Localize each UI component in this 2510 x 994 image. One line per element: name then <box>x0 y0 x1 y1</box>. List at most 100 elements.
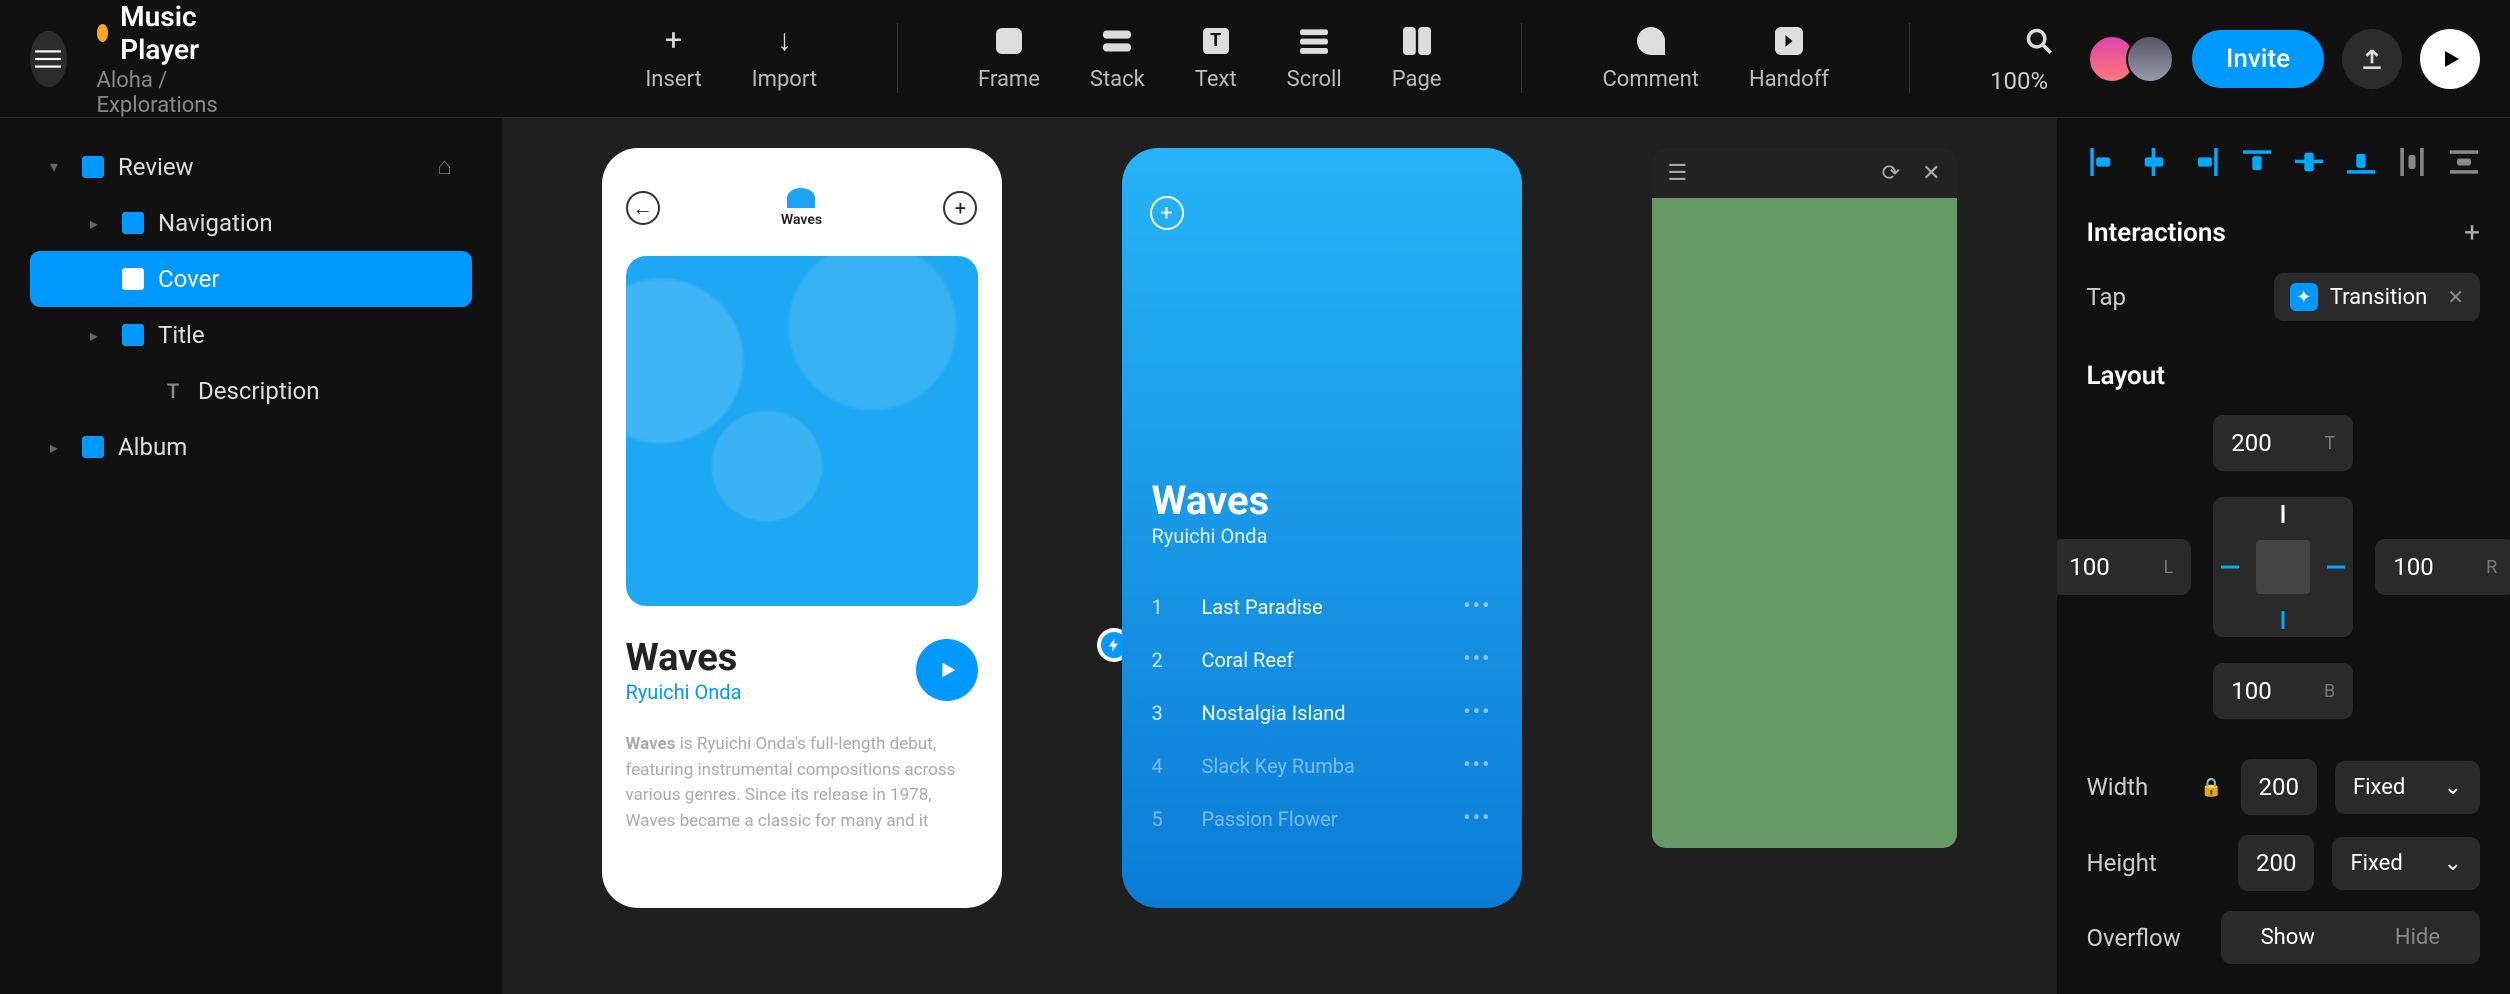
align-top-button[interactable] <box>2242 144 2274 180</box>
align-right-button[interactable] <box>2190 144 2222 180</box>
overflow-toggle[interactable]: Show Hide <box>2221 911 2480 964</box>
share-button[interactable] <box>2342 29 2402 89</box>
distribute-v-button[interactable] <box>2448 144 2480 180</box>
tool-import[interactable]: ↓ Import <box>752 23 817 95</box>
align-vcenter-button[interactable] <box>2293 144 2325 180</box>
constraint-widget[interactable] <box>2213 497 2353 637</box>
overflow-label: Overflow <box>2087 924 2187 952</box>
pin-top-field[interactable]: 200T <box>2213 415 2353 471</box>
album-artist: Ryuichi Onda <box>1152 524 1270 548</box>
pin-bottom-icon[interactable] <box>2282 611 2285 629</box>
align-bottom-button[interactable] <box>2345 144 2377 180</box>
project-title: Music Player <box>120 0 225 66</box>
add-interaction-button[interactable]: + <box>2464 216 2480 249</box>
height-input[interactable]: 200 <box>2238 835 2314 891</box>
caret-down-icon[interactable]: ▾ <box>50 157 68 176</box>
tool-scroll[interactable]: Scroll <box>1287 23 1342 95</box>
pin-top-icon[interactable] <box>2282 505 2285 523</box>
tree-label: Review <box>118 153 194 181</box>
canvas-frame-album[interactable]: + Waves Ryuichi Onda 1 Last Paradise •••… <box>1122 148 1522 908</box>
tool-handoff[interactable]: Handoff <box>1749 23 1829 95</box>
track-number: 1 <box>1152 595 1172 619</box>
text-icon: T <box>1198 23 1234 59</box>
overflow-hide-option[interactable]: Hide <box>2355 911 2480 964</box>
caret-right-icon[interactable]: ▸ <box>90 326 108 345</box>
more-icon: ••• <box>1463 753 1491 778</box>
home-icon[interactable]: ⌂ <box>437 152 452 181</box>
frame-icon <box>82 436 104 458</box>
overflow-show-option[interactable]: Show <box>2221 911 2355 964</box>
back-icon: ← <box>626 191 660 225</box>
avatar[interactable] <box>2126 35 2174 83</box>
close-icon[interactable]: ✕ <box>1922 161 1940 186</box>
width-mode-select[interactable]: Fixed⌄ <box>2335 761 2480 814</box>
play-preview-button[interactable] <box>2420 29 2480 89</box>
caret-right-icon[interactable]: ▸ <box>50 438 68 457</box>
preview-frame[interactable] <box>1652 198 1957 848</box>
tree-label: Album <box>118 433 187 461</box>
distribute-h-button[interactable] <box>2397 144 2429 180</box>
pin-left-icon[interactable] <box>2221 566 2239 569</box>
page-icon <box>1399 23 1435 59</box>
app-logo: Waves <box>781 188 822 228</box>
height-mode-select[interactable]: Fixed⌄ <box>2332 837 2480 890</box>
interaction-event-label[interactable]: Tap <box>2087 283 2127 311</box>
pin-right-icon[interactable] <box>2327 566 2345 569</box>
breadcrumb[interactable]: Aloha / Explorations <box>97 68 226 118</box>
tree-item-title[interactable]: ▸ Title <box>30 307 472 363</box>
tool-comment[interactable]: Comment <box>1602 23 1698 95</box>
tree-item-description[interactable]: ▸ T Description <box>30 363 472 419</box>
project-title-block: Music Player Aloha / Explorations <box>97 0 226 118</box>
lock-icon[interactable]: 🔒 <box>2200 777 2222 798</box>
frame-icon <box>122 324 144 346</box>
stack-icon <box>1099 23 1135 59</box>
section-title-interactions: Interactions <box>2087 218 2226 248</box>
cover-art <box>626 256 978 606</box>
properties-panel: Interactions + Tap ✦ Transition ✕ Layout… <box>2057 118 2510 994</box>
caret-right-icon[interactable]: ▸ <box>90 214 108 233</box>
invite-button[interactable]: Invite <box>2192 30 2324 88</box>
tree-item-review[interactable]: ▾ Review ⌂ <box>30 138 472 195</box>
section-title-layout: Layout <box>2087 361 2166 391</box>
tree-item-navigation[interactable]: ▸ Navigation <box>30 195 472 251</box>
constraint-center[interactable] <box>2256 540 2310 594</box>
design-canvas[interactable]: ← Waves + Waves Ryuichi Onda Waves is Ry… <box>502 118 2057 994</box>
track-row: 5 Passion Flower ••• <box>1152 792 1492 845</box>
track-row: 1 Last Paradise ••• <box>1152 580 1492 633</box>
tool-stack[interactable]: Stack <box>1090 23 1145 95</box>
tree-item-album[interactable]: ▸ Album <box>30 419 472 475</box>
divider <box>1521 23 1522 93</box>
preview-window: ☰ ⟳ ✕ <box>1652 148 1957 848</box>
tool-text[interactable]: T Text <box>1195 23 1237 95</box>
canvas-frame-review[interactable]: ← Waves + Waves Ryuichi Onda Waves is Ry… <box>602 148 1002 908</box>
pin-left-field[interactable]: 100L <box>2057 539 2192 595</box>
pin-bottom-field[interactable]: 100B <box>2213 663 2353 719</box>
align-hcenter-button[interactable] <box>2138 144 2170 180</box>
main-menu-button[interactable] <box>30 31 67 87</box>
tool-zoom[interactable]: 100% <box>1990 23 2088 95</box>
track-name: Coral Reef <box>1202 648 1434 672</box>
width-input[interactable]: 200 <box>2241 759 2317 815</box>
scroll-icon <box>1296 23 1332 59</box>
interaction-target-chip[interactable]: ✦ Transition ✕ <box>2274 273 2480 321</box>
add-icon: + <box>943 191 977 225</box>
reload-icon[interactable]: ⟳ <box>1882 161 1900 186</box>
chevron-down-icon: ⌄ <box>2444 851 2462 876</box>
plus-icon: + <box>656 23 692 59</box>
tree-label: Title <box>158 321 205 349</box>
align-left-button[interactable] <box>2087 144 2119 180</box>
tree-item-cover[interactable]: ▸ Cover <box>30 251 472 307</box>
track-row: 2 Coral Reef ••• <box>1152 633 1492 686</box>
search-icon <box>2021 23 2057 59</box>
tool-insert[interactable]: + Insert <box>645 23 701 95</box>
collaborator-avatars[interactable] <box>2088 35 2174 83</box>
tool-frame[interactable]: Frame <box>978 23 1040 95</box>
width-label: Width <box>2087 773 2183 801</box>
track-number: 5 <box>1152 807 1172 831</box>
tool-page[interactable]: Page <box>1392 23 1442 95</box>
menu-icon[interactable]: ☰ <box>1668 161 1688 186</box>
pin-right-field[interactable]: 100R <box>2375 539 2510 595</box>
remove-interaction-button[interactable]: ✕ <box>2447 285 2464 309</box>
tree-label: Navigation <box>158 209 273 237</box>
album-title: Waves <box>626 636 742 680</box>
